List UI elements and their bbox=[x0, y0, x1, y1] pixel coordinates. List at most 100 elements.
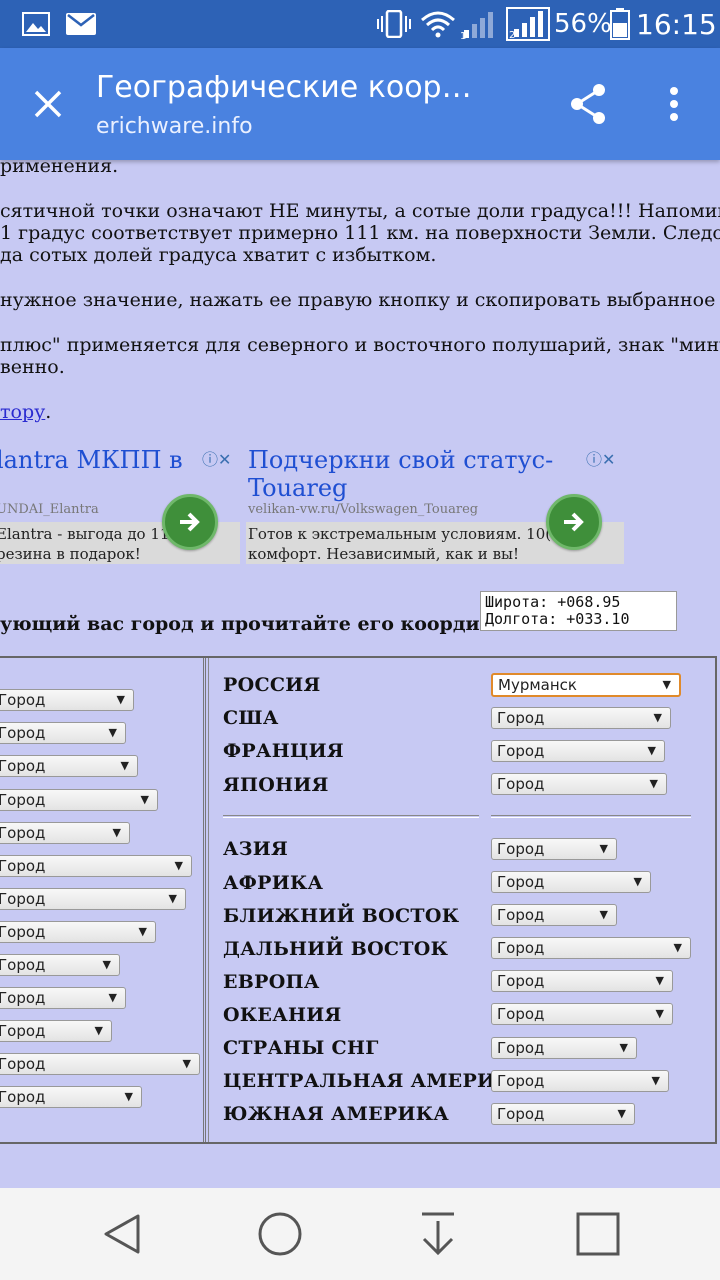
select-value: Город bbox=[497, 1039, 545, 1057]
select-value: Город bbox=[497, 1105, 545, 1123]
dropdown-arrow-icon: ▼ bbox=[633, 875, 642, 888]
back-icon[interactable] bbox=[82, 1204, 162, 1264]
dropdown-arrow-icon: ▼ bbox=[655, 974, 664, 987]
select-value: Город bbox=[497, 939, 545, 957]
region-label: СТРАНЫ СНГ bbox=[223, 1037, 379, 1059]
latitude-value: Широта: +068.95 bbox=[485, 593, 621, 611]
dropdown-arrow-icon: ▼ bbox=[94, 1024, 103, 1037]
ad-banner-touareg[interactable]: Подчеркни свой статус- Touareg velikan-v… bbox=[246, 446, 624, 564]
region-label: ЕВРОПА bbox=[223, 971, 320, 993]
mail-icon bbox=[66, 0, 96, 48]
svg-text:2: 2 bbox=[509, 30, 515, 41]
region-label: ОКЕАНИЯ bbox=[223, 1004, 342, 1026]
select-value: Город bbox=[0, 824, 46, 842]
arrow-right-icon bbox=[564, 512, 584, 532]
ad-headline[interactable]: lantra МКПП в bbox=[0, 446, 183, 474]
city-select[interactable]: Город ▼ bbox=[0, 888, 186, 910]
city-select[interactable]: Город ▼ bbox=[0, 822, 130, 844]
city-select[interactable]: Город ▼ bbox=[0, 987, 126, 1009]
select-value: Город bbox=[497, 906, 545, 924]
ad-arrow-button[interactable] bbox=[162, 494, 218, 550]
city-select[interactable]: Город ▼ bbox=[491, 707, 671, 729]
city-select[interactable]: Город ▼ bbox=[0, 722, 126, 744]
city-select[interactable]: Город ▼ bbox=[491, 904, 617, 926]
select-value: Город bbox=[0, 857, 46, 875]
region-label: ЦЕНТРАЛЬНАЯ АМЕРИКА bbox=[223, 1070, 529, 1092]
divider bbox=[223, 815, 479, 818]
city-select-russia[interactable]: Мурманск ▼ bbox=[491, 673, 681, 697]
signal-sim1-icon: 1 bbox=[460, 0, 500, 48]
more-vert-icon[interactable] bbox=[650, 74, 698, 134]
city-select[interactable]: Город ▼ bbox=[0, 954, 120, 976]
city-select[interactable]: Город ▼ bbox=[491, 1103, 635, 1125]
dropdown-arrow-icon: ▼ bbox=[619, 1041, 628, 1054]
dropdown-arrow-icon: ▼ bbox=[108, 726, 117, 739]
custom-tab-toolbar: Географические коор… erichware.info bbox=[0, 48, 720, 160]
dropdown-arrow-icon: ▼ bbox=[655, 1007, 664, 1020]
city-select[interactable]: Город ▼ bbox=[491, 773, 667, 795]
region-label: РОССИЯ bbox=[223, 674, 321, 696]
download-icon[interactable] bbox=[398, 1204, 478, 1264]
svg-text:1: 1 bbox=[460, 31, 466, 40]
city-select[interactable]: Город ▼ bbox=[0, 921, 156, 943]
region-label: ДАЛЬНИЙ ВОСТОК bbox=[223, 938, 449, 960]
ad-description: Готов к экстремальным условиям. 10( bbox=[248, 525, 552, 543]
select-value: Город bbox=[0, 890, 46, 908]
home-icon[interactable] bbox=[240, 1204, 320, 1264]
city-select[interactable]: Город ▼ bbox=[491, 937, 691, 959]
city-select[interactable]: Город ▼ bbox=[491, 838, 617, 860]
battery-icon bbox=[610, 0, 630, 48]
battery-percent: 56% bbox=[554, 9, 612, 39]
city-select[interactable]: Город ▼ bbox=[491, 1003, 673, 1025]
city-select[interactable]: Город ▼ bbox=[0, 1053, 200, 1075]
dropdown-arrow-icon: ▼ bbox=[649, 777, 658, 790]
ad-headline[interactable]: Подчеркни свой статус- bbox=[248, 446, 553, 474]
dropdown-arrow-icon: ▼ bbox=[617, 1107, 626, 1120]
ad-description: Elantra - выгода до 11( bbox=[0, 525, 176, 543]
ad-info-close-icon[interactable]: ⓘ✕ bbox=[586, 446, 615, 470]
article-text-line: плюс" применяется для северного и восточ… bbox=[0, 334, 720, 356]
ad-url[interactable]: velikan-vw.ru/Volkswagen_Touareg bbox=[248, 502, 478, 517]
select-value: Город bbox=[0, 691, 46, 709]
ad-description: комфорт. Независимый, как и вы! bbox=[248, 545, 519, 563]
ad-url[interactable]: UNDAI_Elantra bbox=[0, 502, 99, 517]
select-value: Город bbox=[497, 1072, 545, 1090]
signal-sim2-icon: 2 bbox=[506, 0, 550, 48]
ad-banner-elantra[interactable]: lantra МКПП в UNDAI_Elantra Elantra - вы… bbox=[0, 446, 240, 564]
recents-icon[interactable] bbox=[558, 1204, 638, 1264]
city-select[interactable]: Город ▼ bbox=[491, 1037, 637, 1059]
select-value: Город bbox=[497, 709, 545, 727]
share-icon[interactable] bbox=[560, 74, 616, 134]
region-label: АФРИКА bbox=[223, 872, 324, 894]
select-value: Город bbox=[0, 923, 46, 941]
city-select[interactable]: Город ▼ bbox=[0, 1020, 112, 1042]
select-value: Город bbox=[0, 791, 46, 809]
close-icon[interactable] bbox=[18, 74, 78, 134]
dropdown-arrow-icon: ▼ bbox=[647, 744, 656, 757]
select-value: Город bbox=[0, 989, 46, 1007]
select-value: Город bbox=[497, 873, 545, 891]
select-value: Город bbox=[497, 775, 545, 793]
city-select[interactable]: Город ▼ bbox=[0, 789, 158, 811]
city-select[interactable]: Город ▼ bbox=[0, 755, 138, 777]
ad-arrow-button[interactable] bbox=[546, 494, 602, 550]
city-select[interactable]: Город ▼ bbox=[0, 855, 192, 877]
city-select[interactable]: Город ▼ bbox=[0, 1086, 142, 1108]
article-text-line: рименения. bbox=[0, 160, 119, 177]
coordinates-textarea[interactable]: Широта: +068.95 Долгота: +033.10 bbox=[480, 591, 677, 631]
image-icon bbox=[22, 0, 50, 48]
author-link[interactable]: тору bbox=[0, 401, 45, 423]
dropdown-arrow-icon: ▼ bbox=[140, 793, 149, 806]
ad-info-close-icon[interactable]: ⓘ✕ bbox=[202, 446, 231, 470]
select-value: Город bbox=[497, 972, 545, 990]
ad-description: резина в подарок! bbox=[0, 545, 141, 563]
page-title: Географические коор… bbox=[96, 70, 472, 105]
city-select[interactable]: Город ▼ bbox=[491, 1070, 669, 1092]
city-select[interactable]: Город ▼ bbox=[491, 740, 665, 762]
ad-headline[interactable]: Touareg bbox=[248, 474, 347, 502]
city-select[interactable]: Город ▼ bbox=[0, 689, 134, 711]
city-select[interactable]: Город ▼ bbox=[491, 970, 673, 992]
city-select[interactable]: Город ▼ bbox=[491, 871, 651, 893]
dropdown-arrow-icon: ▼ bbox=[108, 991, 117, 1004]
region-label: БЛИЖНИЙ ВОСТОК bbox=[223, 905, 460, 927]
